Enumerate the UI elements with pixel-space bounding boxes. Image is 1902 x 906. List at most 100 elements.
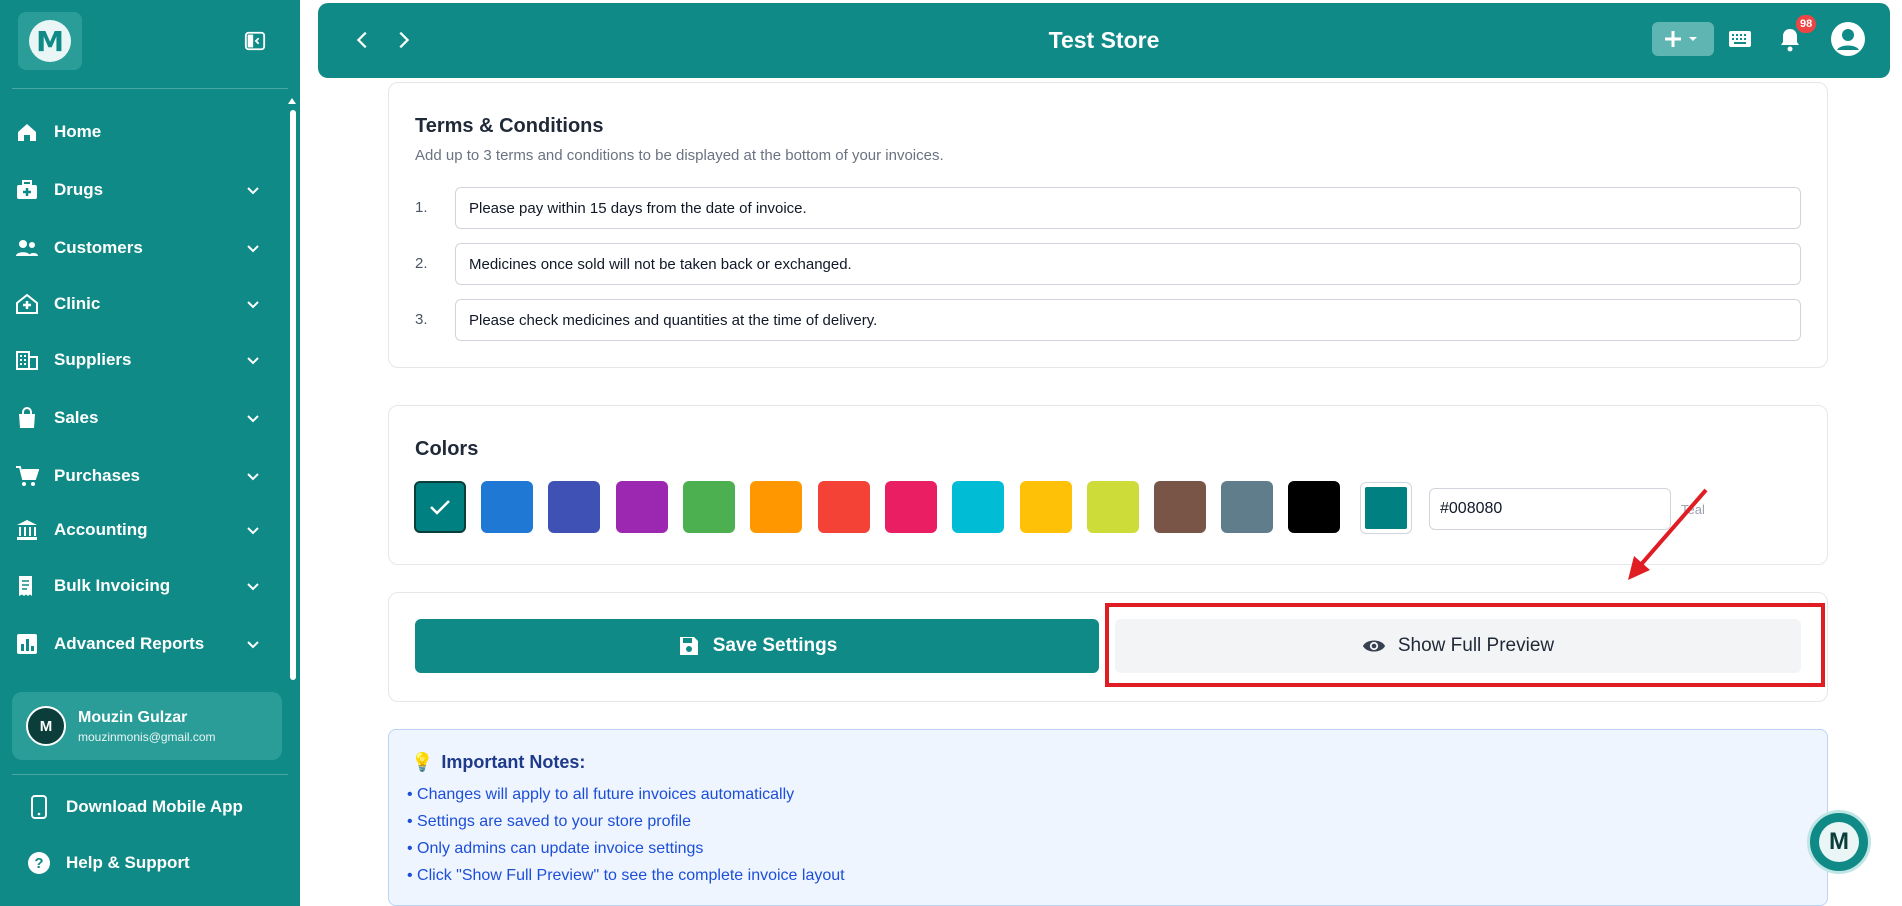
color-swatch[interactable] bbox=[481, 481, 533, 533]
color-swatch[interactable] bbox=[818, 481, 870, 533]
term-number: 2. bbox=[415, 255, 428, 272]
sidebar: M Home Drugs Customers Clinic Suppliers Sales… bbox=[0, 0, 300, 906]
app-logo[interactable]: M bbox=[18, 12, 82, 70]
sidebar-item-accounting[interactable]: Accounting bbox=[0, 508, 270, 552]
bar-chart-icon bbox=[14, 631, 40, 657]
sidebar-item-label: Customers bbox=[54, 238, 143, 257]
color-swatch[interactable] bbox=[1288, 481, 1340, 533]
sidebar-item-bulk-invoicing[interactable]: Bulk Invoicing bbox=[0, 564, 270, 608]
quick-add-button[interactable] bbox=[1652, 22, 1714, 56]
download-mobile-app-label: Download Mobile App bbox=[66, 797, 243, 816]
sidebar-divider bbox=[12, 88, 288, 89]
sidebar-item-label: Clinic bbox=[54, 294, 101, 313]
terms-title: Terms & Conditions bbox=[415, 115, 604, 137]
chevron-down-icon[interactable] bbox=[246, 469, 260, 483]
assistant-logo-icon: M bbox=[1819, 822, 1859, 862]
color-swatch[interactable] bbox=[683, 481, 735, 533]
terms-card: Terms & Conditions Add up to 3 terms and… bbox=[388, 82, 1828, 368]
chevron-down-icon[interactable] bbox=[246, 297, 260, 311]
term-number: 3. bbox=[415, 311, 428, 328]
sidebar-item-label: Accounting bbox=[54, 520, 148, 539]
clinic-icon bbox=[14, 291, 40, 317]
color-swatch[interactable] bbox=[1221, 481, 1273, 533]
people-icon bbox=[14, 235, 40, 261]
sidebar-item-purchases[interactable]: Purchases bbox=[0, 454, 270, 498]
color-swatch[interactable] bbox=[1154, 481, 1206, 533]
chevron-down-icon[interactable] bbox=[246, 411, 260, 425]
top-header: Test Store 98 bbox=[318, 3, 1890, 78]
notes-title-text: Important Notes: bbox=[441, 752, 586, 772]
note-item: • Click "Show Full Preview" to see the c… bbox=[407, 867, 845, 884]
color-swatch[interactable] bbox=[952, 481, 1004, 533]
floppy-disk-icon bbox=[677, 634, 701, 658]
bank-icon bbox=[14, 517, 40, 543]
chat-assistant-button[interactable]: M bbox=[1807, 810, 1871, 874]
notification-badge: 98 bbox=[1796, 15, 1817, 33]
sidebar-item-customers[interactable]: Customers bbox=[0, 226, 270, 270]
user-email: mouzinmonis@gmail.com bbox=[78, 729, 216, 744]
scroll-up-arrow[interactable] bbox=[288, 98, 296, 104]
chevron-down-icon[interactable] bbox=[246, 353, 260, 367]
sidebar-item-label: Drugs bbox=[54, 180, 104, 199]
chevron-down-icon[interactable] bbox=[246, 241, 260, 255]
custom-color-preview bbox=[1365, 487, 1407, 529]
account-circle-icon[interactable] bbox=[1830, 21, 1866, 57]
sidebar-item-clinic[interactable]: Clinic bbox=[0, 282, 270, 326]
chevron-down-icon[interactable] bbox=[246, 183, 260, 197]
color-swatch[interactable] bbox=[548, 481, 600, 533]
medical-kit-icon bbox=[14, 177, 40, 203]
sidebar-divider-bottom bbox=[12, 774, 288, 775]
checkmark-icon bbox=[430, 500, 450, 515]
cart-icon bbox=[14, 463, 40, 489]
color-swatch[interactable] bbox=[750, 481, 802, 533]
keyboard-icon[interactable] bbox=[1728, 29, 1752, 49]
note-item: • Settings are saved to your store profi… bbox=[407, 813, 691, 830]
color-swatch[interactable] bbox=[1020, 481, 1072, 533]
invoice-icon bbox=[14, 573, 40, 599]
chevron-down-icon[interactable] bbox=[246, 637, 260, 651]
sidebar-item-home[interactable]: Home bbox=[0, 110, 270, 154]
custom-color-picker[interactable] bbox=[1360, 482, 1412, 534]
sidebar-item-label: Home bbox=[54, 122, 102, 141]
sidebar-collapse-icon[interactable] bbox=[244, 30, 266, 52]
sidebar-item-suppliers[interactable]: Suppliers bbox=[0, 338, 270, 382]
term-input-3[interactable] bbox=[455, 299, 1801, 341]
lightbulb-icon: 💡 bbox=[411, 752, 434, 772]
color-swatch[interactable] bbox=[1087, 481, 1139, 533]
color-swatch[interactable] bbox=[414, 481, 466, 533]
term-input-2[interactable] bbox=[455, 243, 1801, 285]
sidebar-item-drugs[interactable]: Drugs bbox=[0, 168, 270, 212]
help-support-label: Help & Support bbox=[66, 853, 190, 872]
plus-icon bbox=[1665, 31, 1697, 47]
color-swatch[interactable] bbox=[616, 481, 668, 533]
building-icon bbox=[14, 347, 40, 373]
sidebar-scrollbar[interactable] bbox=[290, 110, 296, 680]
sidebar-item-label: Purchases bbox=[54, 466, 140, 485]
sidebar-item-label: Bulk Invoicing bbox=[54, 576, 171, 595]
help-support-link[interactable]: ? Help & Support bbox=[26, 847, 190, 879]
user-card[interactable]: M Mouzin Gulzar mouzinmonis@gmail.com bbox=[12, 692, 282, 760]
note-item: • Changes will apply to all future invoi… bbox=[407, 786, 795, 803]
mobile-phone-icon bbox=[26, 794, 52, 820]
color-swatch[interactable] bbox=[885, 481, 937, 533]
sidebar-item-sales[interactable]: Sales bbox=[0, 396, 270, 440]
chevron-down-icon[interactable] bbox=[246, 579, 260, 593]
shopping-bag-icon bbox=[14, 405, 40, 431]
colors-title: Colors bbox=[415, 438, 479, 460]
term-input-1[interactable] bbox=[455, 187, 1801, 229]
download-mobile-app-link[interactable]: Download Mobile App bbox=[26, 791, 243, 823]
important-notes-panel: 💡 Important Notes: • Changes will apply … bbox=[388, 729, 1828, 906]
help-circle-icon: ? bbox=[26, 850, 52, 876]
save-settings-button[interactable]: Save Settings bbox=[415, 619, 1099, 673]
svg-text:?: ? bbox=[34, 855, 43, 872]
highlight-box bbox=[1105, 603, 1825, 687]
term-number: 1. bbox=[415, 199, 428, 216]
save-settings-label: Save Settings bbox=[712, 635, 838, 656]
chevron-down-icon[interactable] bbox=[246, 523, 260, 537]
terms-subtitle: Add up to 3 terms and conditions to be d… bbox=[415, 147, 944, 164]
sidebar-item-label: Sales bbox=[54, 408, 99, 427]
logo-letter: M bbox=[29, 20, 71, 62]
home-icon bbox=[14, 119, 40, 145]
sidebar-item-advanced-reports[interactable]: Advanced Reports bbox=[0, 622, 270, 666]
colors-card: Colors Teal bbox=[388, 405, 1828, 565]
